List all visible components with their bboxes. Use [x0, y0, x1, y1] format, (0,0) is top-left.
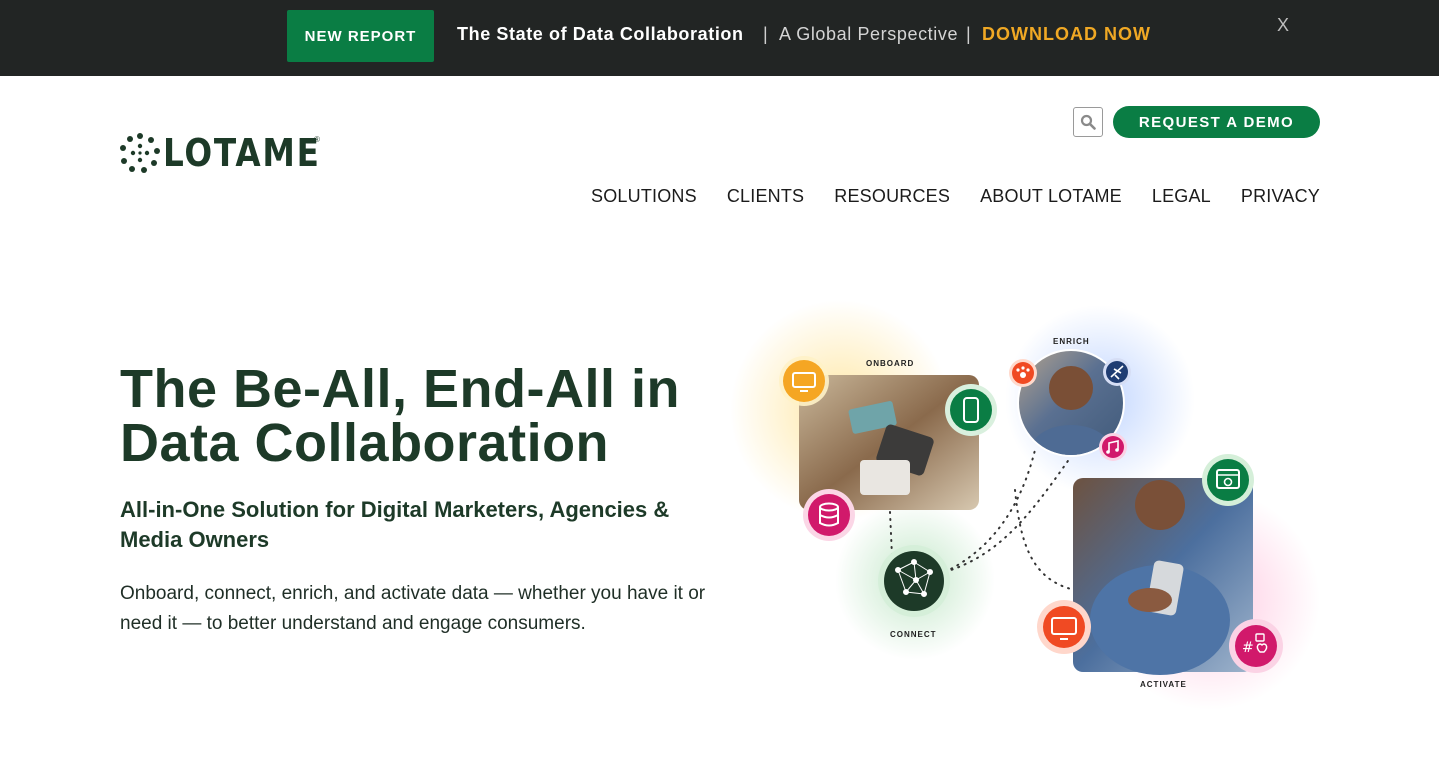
lotame-logo[interactable]: LOTAME ® — [120, 133, 346, 173]
new-report-badge[interactable]: NEW REPORT — [287, 10, 434, 62]
request-demo-button[interactable]: REQUEST A DEMO — [1113, 106, 1320, 138]
hero-title: The Be-All, End-All in Data Collaboratio… — [120, 359, 680, 473]
banner-subtitle: A Global Perspective — [779, 24, 959, 44]
main-nav: SOLUTIONS CLIENTS RESOURCES ABOUT LOTAME… — [591, 186, 1320, 207]
search-icon — [1080, 114, 1096, 130]
logo-dots-icon — [120, 133, 160, 173]
data-collaboration-illustration: # ONBOARD ENRICH CONNECT ACTIVATE — [730, 300, 1330, 720]
onboard-label: ONBOARD — [866, 359, 915, 368]
activate-label: ACTIVATE — [1140, 680, 1187, 689]
search-button[interactable] — [1073, 107, 1103, 137]
svg-text:#: # — [1242, 640, 1254, 656]
registered-mark: ® — [314, 135, 320, 144]
logo-wordmark: LOTAME — [163, 131, 321, 175]
hero-subtitle: All-in-One Solution for Digital Marketer… — [120, 497, 670, 552]
banner-title: The State of Data Collaboration — [457, 24, 744, 44]
close-banner-button[interactable]: X — [1273, 14, 1293, 36]
hero-description: Onboard, connect, enrich, and activate d… — [120, 583, 706, 634]
nav-item-about[interactable]: ABOUT LOTAME — [980, 186, 1122, 207]
announcement-banner: NEW REPORT The State of Data Collaborati… — [0, 0, 1439, 76]
nav-item-resources[interactable]: RESOURCES — [834, 186, 950, 207]
banner-separator: | — [763, 24, 768, 44]
connect-label: CONNECT — [890, 630, 937, 639]
nav-item-clients[interactable]: CLIENTS — [727, 186, 804, 207]
illustration-graphic: # — [730, 300, 1320, 710]
download-now-link[interactable]: DOWNLOAD NOW — [982, 24, 1151, 45]
nav-item-privacy[interactable]: PRIVACY — [1241, 186, 1320, 207]
nav-item-solutions[interactable]: SOLUTIONS — [591, 186, 697, 207]
banner-separator: | — [966, 24, 971, 44]
enrich-label: ENRICH — [1053, 337, 1090, 346]
nav-item-legal[interactable]: LEGAL — [1152, 186, 1211, 207]
